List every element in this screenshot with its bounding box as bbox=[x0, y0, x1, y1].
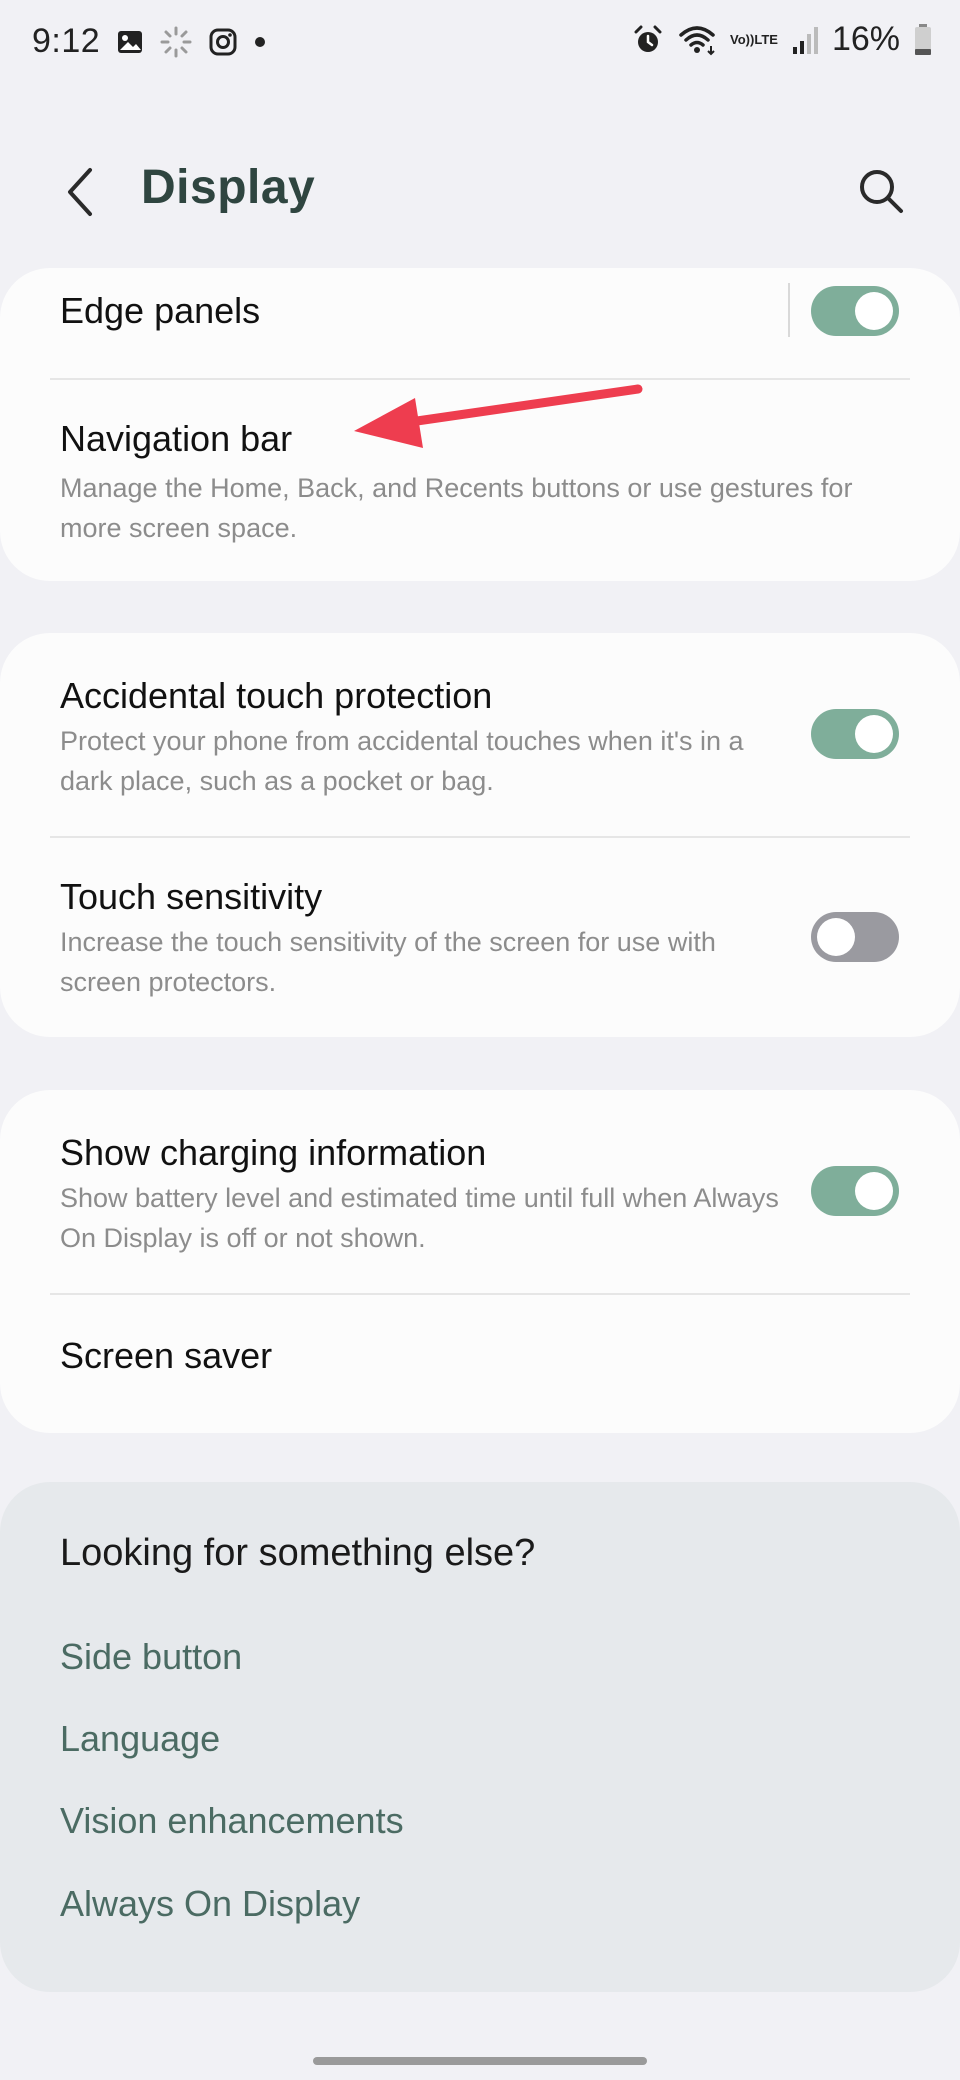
settings-group-3: Show charging information Show battery l… bbox=[0, 1090, 960, 1433]
back-button[interactable] bbox=[50, 162, 110, 222]
accidental-touch-toggle[interactable] bbox=[811, 709, 899, 759]
suggestions-title: Looking for something else? bbox=[60, 1532, 536, 1574]
touch-sensitivity-toggle[interactable] bbox=[811, 912, 899, 962]
dot-icon bbox=[254, 36, 266, 48]
settings-group-1: Edge panels Navigation bar Manage the Ho… bbox=[0, 268, 960, 581]
volte-icon: Vo)) LTE bbox=[730, 31, 778, 47]
charging-info-toggle[interactable] bbox=[811, 1166, 899, 1216]
wifi-icon bbox=[678, 24, 716, 56]
charging-info-subtitle: Show battery level and estimated time un… bbox=[60, 1183, 779, 1253]
link-language[interactable]: Language bbox=[60, 1718, 220, 1760]
accidental-touch-row[interactable]: Accidental touch protection Protect your… bbox=[0, 633, 960, 836]
search-icon bbox=[860, 170, 903, 213]
link-always-on-display[interactable]: Always On Display bbox=[60, 1883, 360, 1925]
settings-group-2: Accidental touch protection Protect your… bbox=[0, 633, 960, 1037]
status-bar: 9:12 Vo)) LTE 16% bbox=[0, 0, 960, 90]
gallery-icon bbox=[116, 28, 144, 56]
loading-icon bbox=[160, 26, 192, 58]
navigation-bar-subtitle: Manage the Home, Back, and Recents butto… bbox=[60, 473, 853, 543]
signal-icon bbox=[792, 25, 818, 55]
alarm-icon bbox=[632, 24, 664, 56]
navigation-bar-row[interactable]: Navigation bar Manage the Home, Back, an… bbox=[0, 380, 960, 580]
accidental-touch-subtitle: Protect your phone from accidental touch… bbox=[60, 726, 744, 796]
home-indicator[interactable] bbox=[313, 2057, 647, 2065]
link-vision-enhancements[interactable]: Vision enhancements bbox=[60, 1800, 404, 1842]
screen-saver-title: Screen saver bbox=[60, 1335, 273, 1376]
edge-panels-title: Edge panels bbox=[60, 290, 261, 331]
chevron-left-icon bbox=[68, 168, 92, 216]
charging-info-title: Show charging information bbox=[60, 1132, 487, 1173]
edge-panels-toggle[interactable] bbox=[811, 286, 899, 336]
screen-saver-row[interactable]: Screen saver bbox=[0, 1295, 960, 1433]
touch-sensitivity-row[interactable]: Touch sensitivity Increase the touch sen… bbox=[0, 838, 960, 1037]
page-title: Display bbox=[141, 161, 316, 214]
link-side-button[interactable]: Side button bbox=[60, 1636, 242, 1678]
touch-sensitivity-title: Touch sensitivity bbox=[60, 876, 323, 917]
navigation-bar-title: Navigation bar bbox=[60, 418, 293, 459]
row-vertical-divider bbox=[788, 283, 790, 337]
app-header: Display bbox=[0, 130, 960, 250]
touch-sensitivity-subtitle: Increase the touch sensitivity of the sc… bbox=[60, 927, 716, 997]
battery-icon bbox=[914, 23, 932, 56]
battery-percent: 16% bbox=[831, 20, 900, 58]
charging-info-row[interactable]: Show charging information Show battery l… bbox=[0, 1090, 960, 1293]
instagram-icon bbox=[208, 27, 238, 57]
status-time: 9:12 bbox=[32, 22, 101, 60]
accidental-touch-title: Accidental touch protection bbox=[60, 675, 493, 716]
search-button[interactable] bbox=[846, 156, 916, 226]
edge-panels-row[interactable]: Edge panels bbox=[0, 268, 960, 378]
